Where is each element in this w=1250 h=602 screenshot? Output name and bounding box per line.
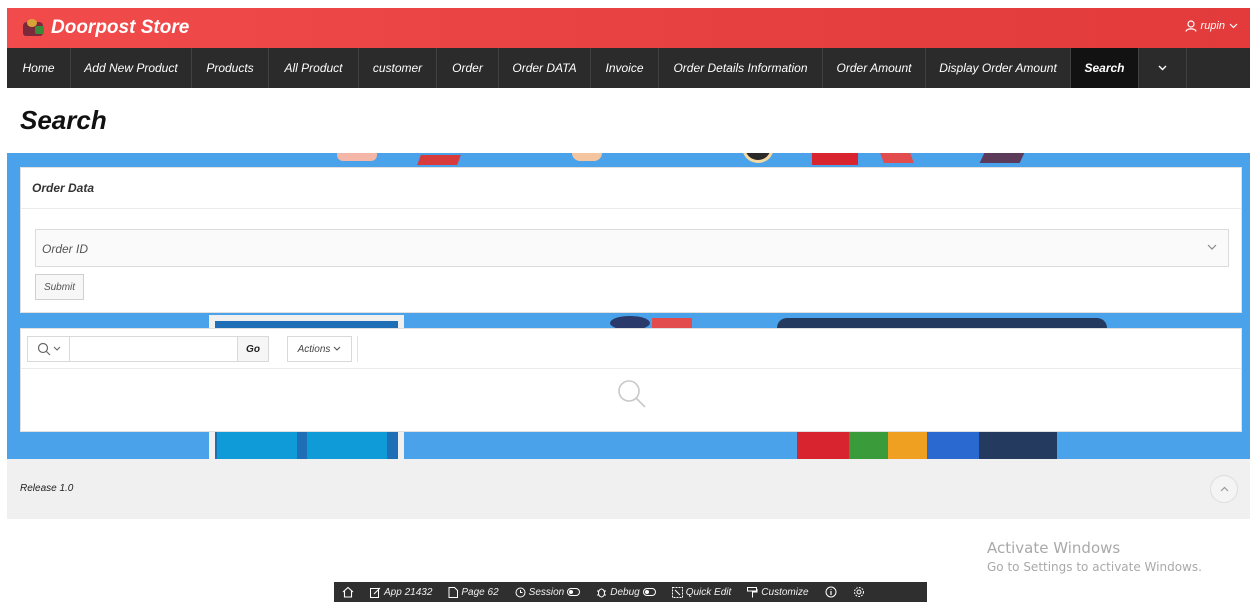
brand-title[interactable]: Doorpost Store (51, 17, 189, 39)
dev-quick-edit-label: Quick Edit (685, 586, 732, 598)
search-icon (618, 380, 646, 408)
dev-quick-edit-button[interactable]: Quick Edit (664, 582, 740, 602)
scroll-top-button[interactable] (1210, 475, 1238, 503)
search-column-menu[interactable] (28, 337, 70, 361)
nav-item-order-amount[interactable]: Order Amount (823, 48, 926, 88)
dev-info-button[interactable] (817, 582, 845, 602)
search-icon (37, 342, 50, 356)
nav-item-order-details-information[interactable]: Order Details Information (659, 48, 823, 88)
edit-icon (370, 587, 381, 598)
go-button[interactable]: Go (237, 337, 268, 361)
clock-decoration (742, 153, 774, 163)
user-name: rupin (1200, 20, 1225, 32)
report-region: Go Actions (20, 328, 1242, 432)
tag-decoration (880, 153, 914, 163)
submit-button[interactable]: Submit (35, 274, 84, 300)
chevron-up-icon (1220, 486, 1228, 492)
watermark-subtitle: Go to Settings to activate Windows. (987, 560, 1202, 574)
dev-page-button[interactable]: Page 62 (440, 582, 506, 602)
watermark-title: Activate Windows (987, 539, 1121, 557)
logo-icon[interactable] (21, 17, 47, 39)
session-icon (515, 587, 526, 597)
dev-debug-button[interactable]: Debug (588, 582, 663, 602)
nav-item-home[interactable]: Home (7, 48, 71, 88)
page-icon (448, 586, 459, 598)
box-decoration (812, 153, 858, 165)
developer-toolbar: App 21432 Page 62 Session Debug Quick Ed… (334, 582, 927, 602)
user-menu[interactable]: rupin (1184, 20, 1238, 32)
info-icon (825, 586, 837, 598)
dev-settings-button[interactable] (845, 582, 873, 602)
report-search-input[interactable] (70, 337, 237, 361)
main-nav: Home Add New Product Products All Product cu… (7, 48, 1250, 88)
dev-home-button[interactable] (334, 582, 362, 602)
nav-item-products[interactable]: Products (192, 48, 269, 88)
divider (357, 336, 358, 362)
chevron-down-icon (53, 346, 60, 351)
card-decoration (979, 153, 1025, 163)
toggle-icon (567, 588, 581, 596)
chevron-down-icon (334, 346, 341, 351)
quick-edit-icon (671, 586, 683, 598)
order-id-select[interactable]: Order ID (35, 229, 1229, 267)
release-label: Release 1.0 (20, 483, 74, 494)
chevron-down-icon (1158, 65, 1167, 71)
tag-decoration (417, 155, 461, 165)
dev-customize-button[interactable]: Customize (739, 582, 816, 602)
divider (21, 368, 1241, 369)
chevron-down-icon (1207, 244, 1217, 250)
page-title: Search (20, 105, 107, 135)
gift-decoration (337, 153, 377, 161)
dev-session-button[interactable]: Session (507, 582, 589, 602)
dev-app-button[interactable]: App 21432 (362, 582, 440, 602)
divider (21, 208, 1241, 209)
nav-item-order[interactable]: Order (437, 48, 499, 88)
home-icon (342, 586, 354, 598)
windows-activation-watermark: Activate Windows Go to Settings to activ… (987, 539, 1202, 574)
order-data-region: Order Data Order ID Submit (20, 167, 1242, 313)
nav-more[interactable] (1139, 48, 1187, 88)
actions-menu-button[interactable]: Actions (287, 336, 352, 362)
bug-icon (597, 588, 607, 597)
paint-roller-icon (747, 586, 758, 597)
region-title: Order Data (32, 181, 95, 195)
toggle-icon (642, 588, 656, 596)
dev-customize-label: Customize (761, 586, 809, 598)
chevron-down-icon (1229, 23, 1238, 29)
dev-debug-label: Debug (610, 586, 640, 598)
dev-session-label: Session (528, 586, 565, 598)
nav-item-add-new-product[interactable]: Add New Product (71, 48, 192, 88)
nav-item-search[interactable]: Search (1071, 48, 1139, 88)
bag-decoration (572, 153, 602, 161)
app-header: Doorpost Store rupin (7, 8, 1250, 48)
nav-item-customer[interactable]: customer (359, 48, 437, 88)
dev-page-label: Page 62 (461, 586, 499, 598)
nav-item-order-data[interactable]: Order DATA (499, 48, 591, 88)
nav-item-invoice[interactable]: Invoice (591, 48, 659, 88)
cart-items-decoration (797, 431, 1057, 459)
gear-icon (853, 587, 864, 597)
dev-app-label: App 21432 (384, 586, 433, 598)
order-id-label: Order ID (42, 242, 89, 256)
nav-item-all-product[interactable]: All Product (269, 48, 359, 88)
user-icon (1184, 20, 1197, 32)
report-search-bar: Go (27, 336, 269, 362)
page-footer: Release 1.0 (7, 459, 1250, 519)
actions-label: Actions (297, 343, 331, 355)
nav-item-display-order-amount[interactable]: Display Order Amount (926, 48, 1071, 88)
